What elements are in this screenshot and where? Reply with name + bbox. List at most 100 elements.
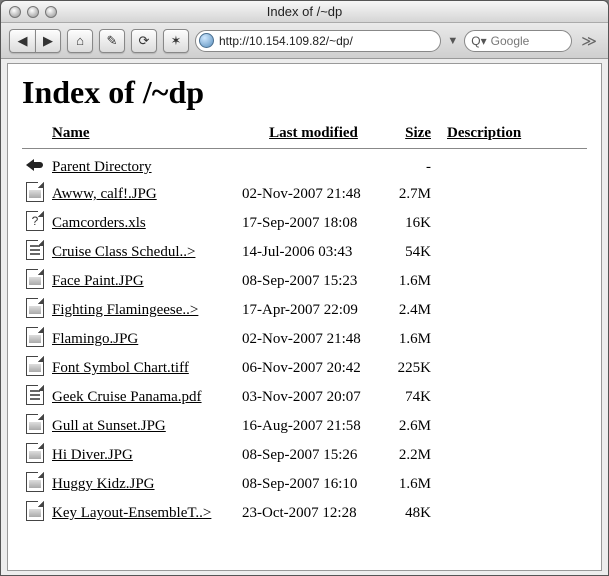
file-modified: 08-Sep-2007 16:10 — [236, 470, 391, 499]
file-modified: 06-Nov-2007 20:42 — [236, 354, 391, 383]
file-link[interactable]: Key Layout-EnsembleT..> — [52, 505, 211, 521]
file-link[interactable]: Camcorders.xls — [52, 215, 146, 231]
file-row: Camcorders.xls17-Sep-2007 18:0816K — [22, 209, 587, 238]
file-link[interactable]: Awww, calf!.JPG — [52, 186, 157, 202]
triangle-right-icon: ▶ — [43, 33, 53, 49]
col-modified[interactable]: Last modified — [269, 125, 358, 141]
file-size: 54K — [391, 238, 441, 267]
file-size: 1.6M — [391, 325, 441, 354]
file-link[interactable]: Gull at Sunset.JPG — [52, 418, 166, 434]
parent-dir-link[interactable]: Parent Directory — [52, 159, 152, 175]
file-modified: 08-Sep-2007 15:23 — [236, 267, 391, 296]
file-size: 2.2M — [391, 441, 441, 470]
titlebar[interactable]: Index of /~dp — [1, 1, 608, 23]
bug-icon: ✶ — [171, 33, 182, 49]
file-icon — [26, 298, 44, 318]
file-icon — [26, 269, 44, 289]
parent-dir-icon — [26, 157, 46, 173]
file-size: 2.6M — [391, 412, 441, 441]
file-icon — [26, 327, 44, 347]
file-icon — [26, 182, 44, 202]
nav-group: ◀ ▶ — [9, 29, 61, 53]
zoom-button[interactable] — [45, 6, 57, 18]
file-modified: 03-Nov-2007 20:07 — [236, 383, 391, 412]
file-link[interactable]: Face Paint.JPG — [52, 273, 144, 289]
file-link[interactable]: Hi Diver.JPG — [52, 447, 133, 463]
globe-icon — [199, 33, 214, 48]
file-size: 225K — [391, 354, 441, 383]
file-link[interactable]: Font Symbol Chart.tiff — [52, 360, 189, 376]
file-size: 74K — [391, 383, 441, 412]
dropdown-icon[interactable]: ▼ — [447, 35, 458, 47]
file-modified: 23-Oct-2007 12:28 — [236, 499, 391, 528]
file-row: Huggy Kidz.JPG 08-Sep-2007 16:101.6M — [22, 470, 587, 499]
file-row: Flamingo.JPG 02-Nov-2007 21:481.6M — [22, 325, 587, 354]
header-row: Name Last modified Size Description — [22, 125, 587, 146]
file-link[interactable]: Fighting Flamingeese..> — [52, 302, 198, 318]
file-modified: 14-Jul-2006 03:43 — [236, 238, 391, 267]
browser-window: Index of /~dp ◀ ▶ ⌂ ✎ ⟳ ✶ http://10.154.… — [0, 0, 609, 576]
search-field[interactable]: Q▾ Google — [464, 30, 572, 52]
address-bar[interactable]: http://10.154.109.82/~dp/ — [195, 30, 441, 52]
pencil-icon: ✎ — [107, 33, 118, 49]
overflow-icon[interactable]: ≫ — [578, 32, 600, 50]
url-text: http://10.154.109.82/~dp/ — [219, 34, 353, 48]
search-placeholder: Google — [491, 34, 530, 48]
file-icon — [26, 501, 44, 521]
file-modified: 17-Apr-2007 22:09 — [236, 296, 391, 325]
file-row: Gull at Sunset.JPG 16-Aug-2007 21:582.6M — [22, 412, 587, 441]
parent-size: - — [391, 155, 441, 180]
home-icon: ⌂ — [76, 33, 84, 48]
file-size: 2.4M — [391, 296, 441, 325]
file-icon — [26, 211, 44, 231]
parent-row: Parent Directory - — [22, 155, 587, 180]
file-row: Geek Cruise Panama.pdf 03-Nov-2007 20:077… — [22, 383, 587, 412]
home-button[interactable]: ⌂ — [67, 29, 93, 53]
reload-button[interactable]: ⟳ — [131, 29, 157, 53]
file-modified: 08-Sep-2007 15:26 — [236, 441, 391, 470]
file-size: 1.6M — [391, 470, 441, 499]
file-row: Cruise Class Schedul..> 14-Jul-2006 03:43… — [22, 238, 587, 267]
file-link[interactable]: Cruise Class Schedul..> — [52, 244, 195, 260]
file-size: 1.6M — [391, 267, 441, 296]
file-icon — [26, 472, 44, 492]
col-description[interactable]: Description — [447, 125, 521, 141]
file-icon — [26, 414, 44, 434]
reload-icon: ⟳ — [139, 33, 150, 49]
triangle-left-icon: ◀ — [18, 33, 28, 49]
col-name[interactable]: Name — [52, 125, 90, 141]
file-link[interactable]: Flamingo.JPG — [52, 331, 138, 347]
file-size: 48K — [391, 499, 441, 528]
page-heading: Index of /~dp — [22, 74, 587, 111]
file-icon — [26, 385, 44, 405]
directory-listing: Name Last modified Size Description Pare… — [22, 125, 587, 528]
file-row: Key Layout-EnsembleT..> 23-Oct-2007 12:28… — [22, 499, 587, 528]
file-row: Hi Diver.JPG 08-Sep-2007 15:262.2M — [22, 441, 587, 470]
traffic-lights — [1, 6, 57, 18]
file-row: Font Symbol Chart.tiff 06-Nov-2007 20:422… — [22, 354, 587, 383]
forward-button[interactable]: ▶ — [35, 29, 61, 53]
page-content[interactable]: Index of /~dp Name Last modified Size De… — [7, 63, 602, 571]
bug-button[interactable]: ✶ — [163, 29, 189, 53]
file-size: 16K — [391, 209, 441, 238]
col-size[interactable]: Size — [405, 125, 431, 141]
header-rule — [22, 148, 587, 149]
file-link[interactable]: Huggy Kidz.JPG — [52, 476, 155, 492]
file-row: Fighting Flamingeese..> 17-Apr-2007 22:09… — [22, 296, 587, 325]
close-button[interactable] — [9, 6, 21, 18]
file-modified: 16-Aug-2007 21:58 — [236, 412, 391, 441]
file-icon — [26, 443, 44, 463]
compose-button[interactable]: ✎ — [99, 29, 125, 53]
file-modified: 02-Nov-2007 21:48 — [236, 180, 391, 209]
magnifier-icon: Q▾ — [471, 34, 486, 48]
file-modified: 02-Nov-2007 21:48 — [236, 325, 391, 354]
file-size: 2.7M — [391, 180, 441, 209]
toolbar: ◀ ▶ ⌂ ✎ ⟳ ✶ http://10.154.109.82/~dp/ ▼ … — [1, 23, 608, 59]
back-button[interactable]: ◀ — [9, 29, 35, 53]
file-icon — [26, 240, 44, 260]
minimize-button[interactable] — [27, 6, 39, 18]
file-link[interactable]: Geek Cruise Panama.pdf — [52, 389, 202, 405]
window-title: Index of /~dp — [1, 4, 608, 19]
file-row: Awww, calf!.JPG 02-Nov-2007 21:482.7M — [22, 180, 587, 209]
file-row: Face Paint.JPG 08-Sep-2007 15:231.6M — [22, 267, 587, 296]
